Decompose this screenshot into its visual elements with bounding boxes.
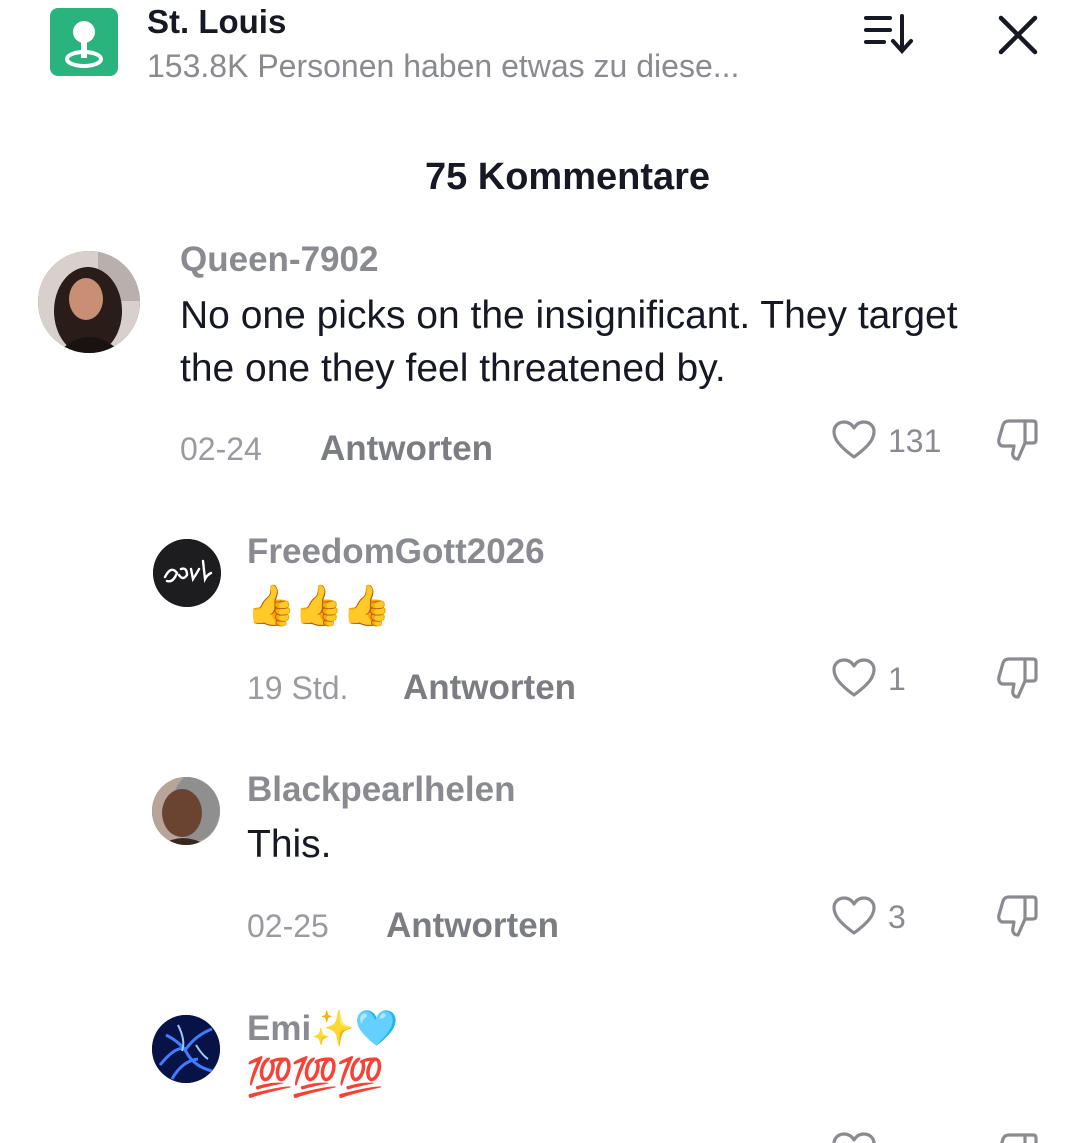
avatar[interactable]: [38, 251, 140, 353]
sort-button[interactable]: [862, 12, 916, 56]
avatar[interactable]: [152, 777, 220, 845]
comment-text: 👍👍👍: [246, 584, 391, 628]
location-title[interactable]: St. Louis: [147, 3, 286, 41]
like-button[interactable]: [831, 419, 877, 461]
like-count: 3: [888, 899, 906, 935]
sort-icon: [864, 14, 913, 54]
location-subtitle: 153.8K Personen haben etwas zu diese...: [147, 48, 740, 84]
comment-date: 02-24: [180, 431, 262, 467]
heart-icon: [832, 658, 876, 697]
comment-text: No one picks on the insignificant. They …: [180, 294, 958, 390]
like-button[interactable]: [831, 657, 877, 699]
avatar[interactable]: [153, 539, 221, 607]
thumbs-down-icon: [997, 419, 1038, 461]
thumbs-down-icon: [997, 657, 1038, 699]
dislike-button[interactable]: [993, 655, 1041, 703]
comment-username[interactable]: Queen-7902: [180, 240, 378, 280]
dislike-button[interactable]: [993, 893, 1041, 941]
avatar[interactable]: [152, 1015, 220, 1083]
heart-icon: [832, 420, 876, 459]
dislike-button[interactable]: [993, 417, 1041, 465]
reply-button[interactable]: Antworten: [320, 429, 493, 469]
comment-date: 19 Std.: [247, 670, 349, 706]
comments-count: 75 Kommentare: [424, 156, 711, 198]
comment-username[interactable]: Blackpearlhelen: [247, 770, 515, 810]
comment-text: 💯💯💯: [246, 1057, 384, 1099]
dislike-button[interactable]: [993, 1131, 1041, 1143]
close-icon: [998, 15, 1038, 55]
reply-button[interactable]: Antworten: [386, 906, 559, 946]
like-button[interactable]: [831, 895, 877, 937]
like-count: 1: [888, 661, 906, 697]
comment-text: This.: [247, 823, 332, 866]
thumbs-down-icon: [1000, 1133, 1038, 1143]
comment-username[interactable]: Emi✨🩵: [247, 1008, 398, 1049]
reply-button[interactable]: Antworten: [403, 668, 576, 708]
location-pin-icon: [65, 21, 103, 68]
like-count: 131: [888, 423, 942, 459]
close-button[interactable]: [995, 12, 1041, 58]
comment-date: 02-25: [247, 908, 329, 944]
like-button[interactable]: [831, 1131, 877, 1143]
comment-username[interactable]: FreedomGott2026: [247, 532, 545, 572]
heart-icon: [832, 1132, 876, 1143]
thumbs-down-icon: [997, 895, 1038, 937]
location-badge: [50, 8, 118, 76]
heart-icon: [832, 896, 876, 935]
